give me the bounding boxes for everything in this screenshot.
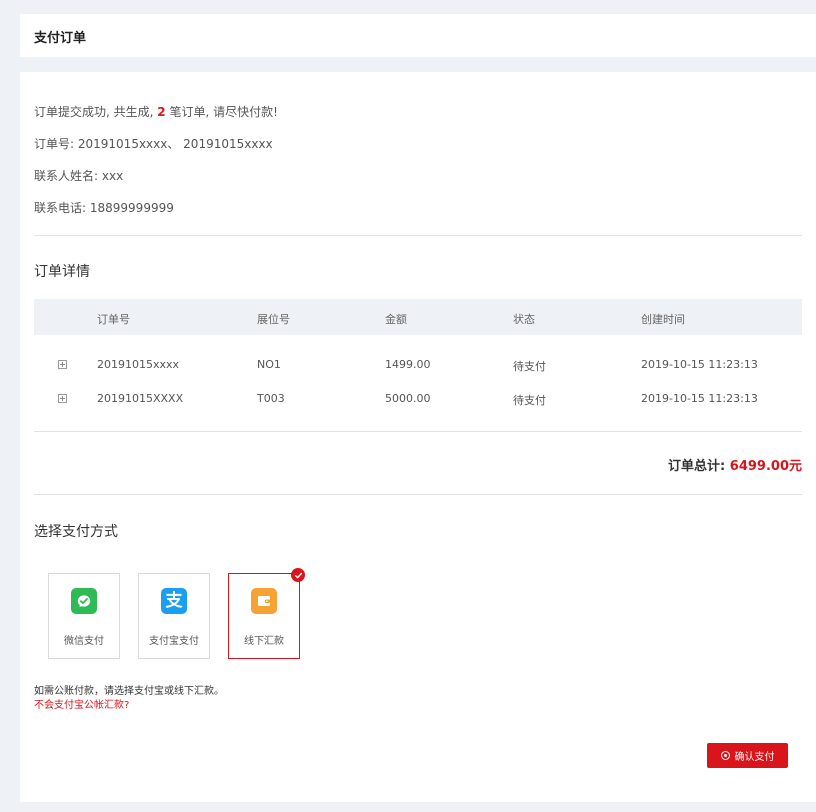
wechat-icon <box>71 588 97 614</box>
order-numbers-label: 订单号: <box>34 137 75 151</box>
order-numbers-value: 20191015xxxx、 20191015xxxx <box>77 137 273 151</box>
main-card: 订单提交成功, 共生成, 2 笔订单, 请尽快付款! 订单号: 20191015… <box>20 72 816 802</box>
cell-amount: 1499.00 <box>385 358 431 371</box>
cell-status: 待支付 <box>513 360 546 373</box>
cell-booth: NO1 <box>257 358 281 371</box>
payment-hint: 如需公账付款，请选择支付宝或线下汇款。 <box>34 686 224 697</box>
payment-option-label: 线下汇款 <box>244 636 284 647</box>
cell-order-no: 20191015XXXX <box>97 392 184 405</box>
table-row: 20191015xxxx NO1 1499.00 待支付 2019-10-15 … <box>34 348 802 382</box>
alipay-help-link[interactable]: 不会支付宝公帐汇款? <box>34 696 129 711</box>
contact-name-label: 联系人姓名: <box>34 169 99 183</box>
payment-option-offline-transfer[interactable]: 线下汇款 <box>228 568 305 659</box>
order-total-amount: 6499.00元 <box>729 459 802 474</box>
column-header-amount: 金额 <box>385 313 407 326</box>
order-count: 2 <box>157 105 166 119</box>
expand-row-icon[interactable] <box>58 360 67 369</box>
payment-option-label: 微信支付 <box>64 636 104 647</box>
column-header-status: 状态 <box>513 313 535 326</box>
order-success-message: 订单提交成功, 共生成, 2 笔订单, 请尽快付款! <box>34 103 278 120</box>
success-suffix-text: 笔订单, 请尽快付款! <box>165 105 278 119</box>
divider <box>34 431 802 432</box>
order-numbers-line: 订单号: 20191015xxxx、 20191015xxxx <box>34 135 273 152</box>
cell-order-no: 20191015xxxx <box>97 358 180 371</box>
cell-status: 待支付 <box>513 394 546 407</box>
confirm-payment-button[interactable]: 确认支付 <box>707 743 788 768</box>
payment-option-wechat[interactable]: 微信支付 <box>48 573 120 659</box>
divider <box>34 494 802 495</box>
column-header-created: 创建时间 <box>641 313 685 326</box>
page-title: 支付订单 <box>34 31 87 46</box>
table-row: 20191015XXXX T003 5000.00 待支付 2019-10-15… <box>34 382 802 416</box>
header-card: 支付订单 <box>20 14 816 57</box>
order-details-title: 订单详情 <box>34 264 90 280</box>
wallet-icon <box>251 588 277 614</box>
cell-created: 2019-10-15 11:23:13 <box>641 392 758 405</box>
contact-name-line: 联系人姓名: xxx <box>34 167 123 184</box>
payment-method-title: 选择支付方式 <box>34 524 118 540</box>
cell-amount: 5000.00 <box>385 392 431 405</box>
order-total: 订单总计: 6499.00元 <box>668 455 802 474</box>
alipay-icon: 支 <box>161 588 187 614</box>
cell-created: 2019-10-15 11:23:13 <box>641 358 758 371</box>
confirm-icon <box>720 751 730 760</box>
column-header-booth: 展位号 <box>257 313 290 326</box>
payment-option-label: 支付宝支付 <box>149 636 199 647</box>
divider <box>34 235 802 236</box>
success-prefix-text: 订单提交成功, 共生成, <box>34 105 158 119</box>
contact-phone-label: 联系电话: <box>34 201 87 215</box>
contact-phone-line: 联系电话: 18899999999 <box>34 199 174 216</box>
contact-name-value: xxx <box>101 169 124 183</box>
column-header-order-no: 订单号 <box>97 313 130 326</box>
table-header: 订单号 展位号 金额 状态 创建时间 <box>34 299 802 335</box>
payment-option-alipay[interactable]: 支 支付宝支付 <box>138 573 210 659</box>
expand-row-icon[interactable] <box>58 394 67 403</box>
selected-check-icon <box>291 568 305 582</box>
contact-phone-value: 18899999999 <box>89 201 174 215</box>
order-total-label: 订单总计: <box>668 459 726 474</box>
order-details-table: 订单号 展位号 金额 状态 创建时间 20191015xxxx NO1 1499… <box>34 299 802 416</box>
confirm-payment-label: 确认支付 <box>734 752 775 763</box>
cell-booth: T003 <box>257 392 285 405</box>
